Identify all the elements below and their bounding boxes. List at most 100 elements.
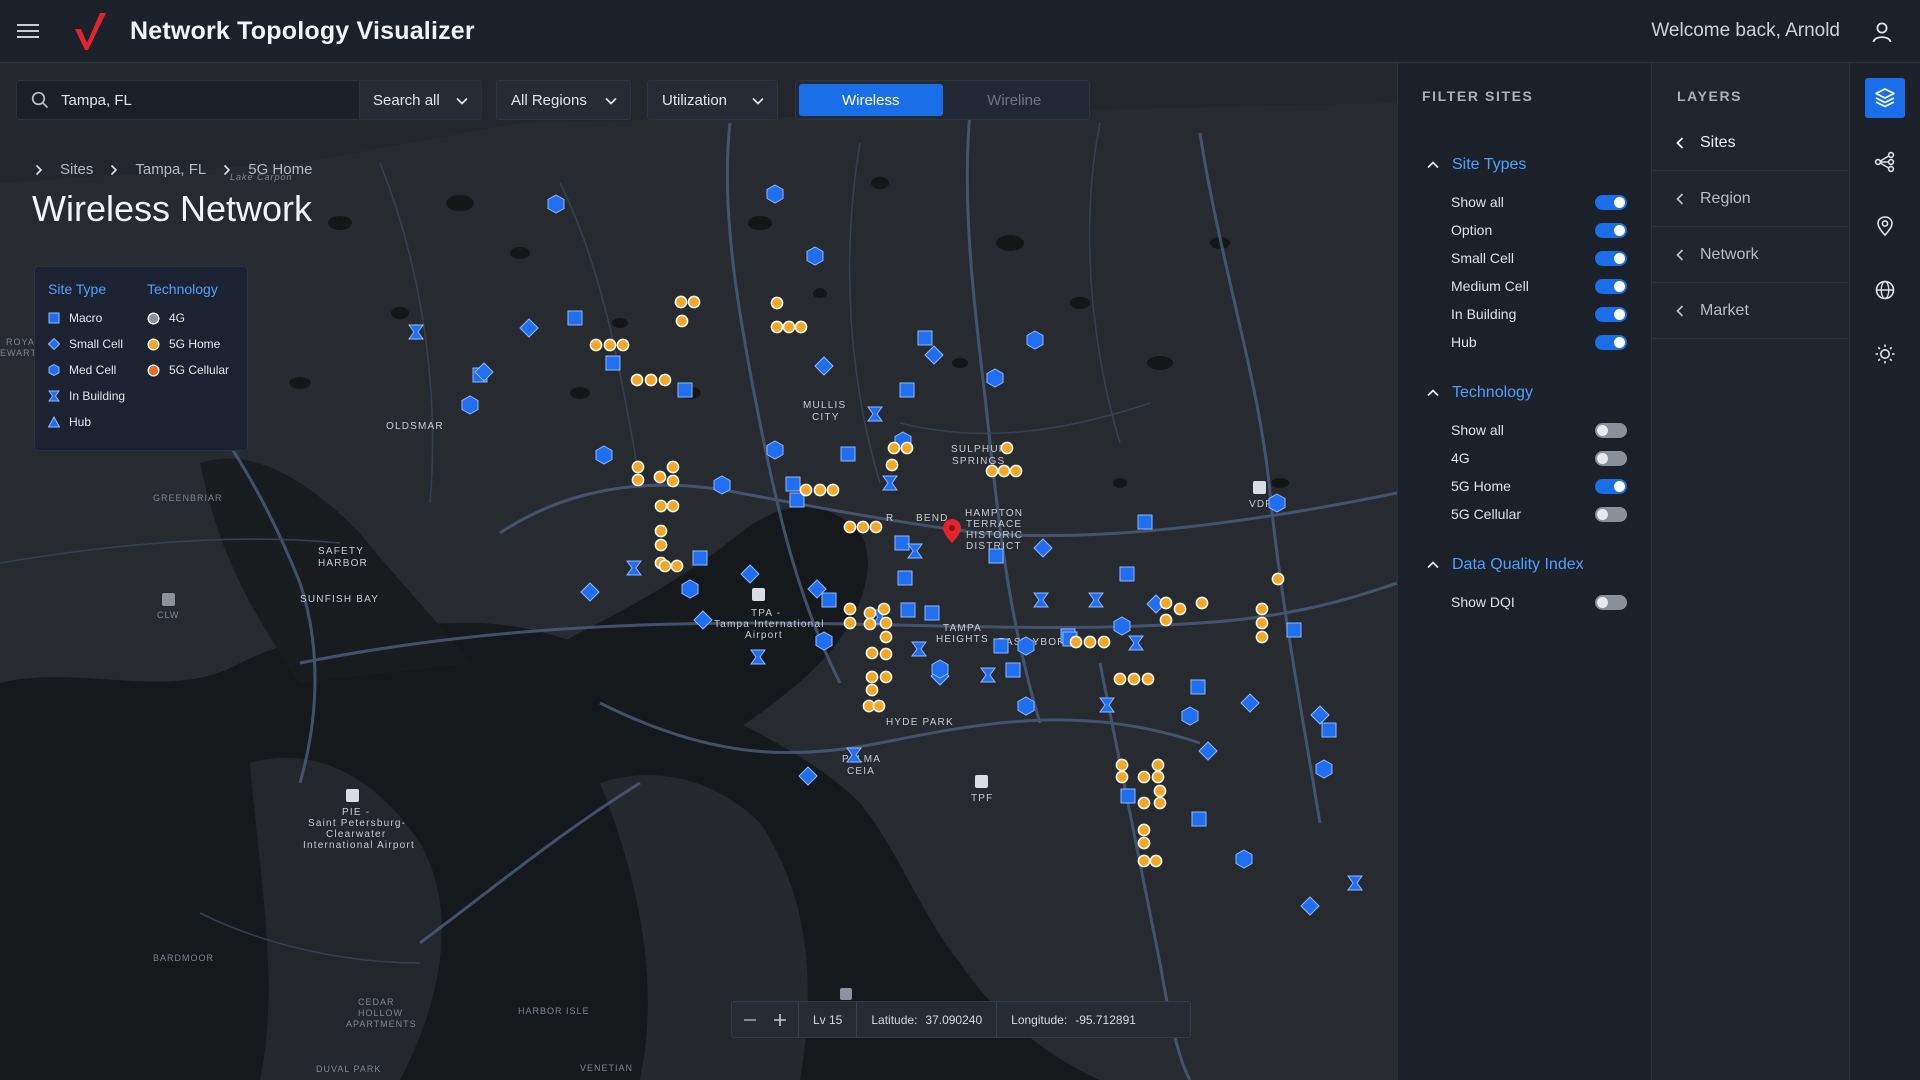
5g-home-site-marker[interactable] [887,441,901,455]
macro-site-marker[interactable] [785,476,801,492]
5g-home-site-marker[interactable] [856,520,870,534]
5g-home-site-marker[interactable] [843,520,857,534]
5g-home-site-marker[interactable] [985,464,999,478]
macro-site-marker[interactable] [1119,566,1135,582]
macro-site-marker[interactable] [567,310,583,326]
macro-site-marker[interactable] [1005,662,1021,678]
5g-home-site-marker[interactable] [843,616,857,630]
layer-item-network[interactable]: Network [1652,227,1850,283]
macro-site-marker[interactable] [1191,811,1207,827]
med-cell-site-marker[interactable] [1113,616,1131,636]
5g-home-site-marker[interactable] [654,538,668,552]
med-cell-site-marker[interactable] [547,194,565,214]
5g-home-site-marker[interactable] [900,441,914,455]
user-account-button[interactable] [1866,16,1898,48]
5g-home-site-marker[interactable] [770,320,784,334]
layer-item-sites[interactable]: Sites [1652,115,1850,171]
5g-home-site-marker[interactable] [1151,758,1165,772]
toggle-hub[interactable] [1595,335,1627,350]
5g-home-site-marker[interactable] [997,464,1011,478]
toggle-site-show-all[interactable] [1595,195,1627,210]
5g-home-site-marker[interactable] [843,602,857,616]
macro-site-marker[interactable] [1286,622,1302,638]
5g-home-site-marker[interactable] [658,559,672,573]
5g-home-site-marker[interactable] [813,483,827,497]
macro-site-marker[interactable] [692,550,708,566]
5g-home-site-marker[interactable] [658,373,672,387]
5g-home-site-marker[interactable] [1097,635,1111,649]
5g-home-site-marker[interactable] [1083,635,1097,649]
5g-home-site-marker[interactable] [631,460,645,474]
med-cell-site-marker[interactable] [766,184,784,204]
med-cell-site-marker[interactable] [1026,330,1044,350]
5g-home-site-marker[interactable] [1127,672,1141,686]
zoom-in-icon[interactable] [772,1012,788,1028]
5g-home-site-marker[interactable] [1115,770,1129,784]
5g-home-site-marker[interactable] [799,483,813,497]
5g-home-site-marker[interactable] [670,559,684,573]
rail-globe-button[interactable] [1865,270,1905,310]
med-cell-site-marker[interactable] [1315,759,1333,779]
5g-home-site-marker[interactable] [1115,758,1129,772]
toggle-show-dqi[interactable] [1595,595,1627,610]
5g-home-site-marker[interactable] [1271,572,1285,586]
5g-home-site-marker[interactable] [1173,602,1187,616]
5g-home-site-marker[interactable] [630,373,644,387]
med-cell-site-marker[interactable] [681,579,699,599]
menu-button[interactable] [0,0,56,63]
rail-topology-button[interactable] [1865,142,1905,182]
5g-home-site-marker[interactable] [1255,630,1269,644]
5g-home-site-marker[interactable] [1255,616,1269,630]
macro-site-marker[interactable] [1120,788,1136,804]
macro-site-marker[interactable] [605,355,621,371]
5g-home-site-marker[interactable] [653,470,667,484]
section-data-quality-header[interactable]: Data Quality Index [1426,554,1584,576]
med-cell-site-marker[interactable] [1017,696,1035,716]
5g-home-site-marker[interactable] [644,373,658,387]
macro-site-marker[interactable] [988,548,1004,564]
macro-site-marker[interactable] [993,638,1009,654]
5g-home-site-marker[interactable] [869,520,883,534]
search-input[interactable] [61,91,341,109]
toggle-4g[interactable] [1595,451,1627,466]
breadcrumb-sites[interactable]: Sites [60,161,93,178]
toggle-option[interactable] [1595,223,1627,238]
5g-home-site-marker[interactable] [826,483,840,497]
rail-layers-button[interactable] [1865,78,1905,118]
5g-home-site-marker[interactable] [863,606,877,620]
med-cell-site-marker[interactable] [713,475,731,495]
toggle-medium-cell[interactable] [1595,279,1627,294]
5g-home-site-marker[interactable] [865,683,879,697]
5g-home-site-marker[interactable] [631,473,645,487]
section-technology-header[interactable]: Technology [1426,382,1533,404]
5g-home-site-marker[interactable] [654,524,668,538]
rail-theme-button[interactable] [1865,334,1905,374]
macro-site-marker[interactable] [894,535,910,551]
macro-site-marker[interactable] [897,570,913,586]
toggle-5g-cellular[interactable] [1595,507,1627,522]
search-scope-dropdown[interactable]: Search all [359,81,481,119]
toggle-in-building[interactable] [1595,307,1627,322]
5g-home-site-marker[interactable] [589,338,603,352]
breadcrumb-current[interactable]: 5G Home [248,161,312,178]
5g-home-site-marker[interactable] [1069,635,1083,649]
wireline-tab[interactable]: Wireline [943,84,1087,116]
zoom-out-icon[interactable] [742,1012,758,1028]
5g-home-site-marker[interactable] [872,699,886,713]
med-cell-site-marker[interactable] [986,368,1004,388]
5g-home-site-marker[interactable] [1137,770,1151,784]
macro-site-marker[interactable] [1137,514,1153,530]
5g-home-site-marker[interactable] [666,460,680,474]
5g-home-site-marker[interactable] [675,314,689,328]
5g-home-site-marker[interactable] [1137,836,1151,850]
5g-home-site-marker[interactable] [1137,796,1151,810]
macro-site-marker[interactable] [789,492,805,508]
5g-home-site-marker[interactable] [877,602,891,616]
5g-home-site-marker[interactable] [879,647,893,661]
5g-home-site-marker[interactable] [674,295,688,309]
section-site-types-header[interactable]: Site Types [1426,154,1526,176]
5g-home-site-marker[interactable] [1255,602,1269,616]
5g-home-site-marker[interactable] [879,616,893,630]
5g-home-site-marker[interactable] [1149,854,1163,868]
macro-site-marker[interactable] [917,330,933,346]
